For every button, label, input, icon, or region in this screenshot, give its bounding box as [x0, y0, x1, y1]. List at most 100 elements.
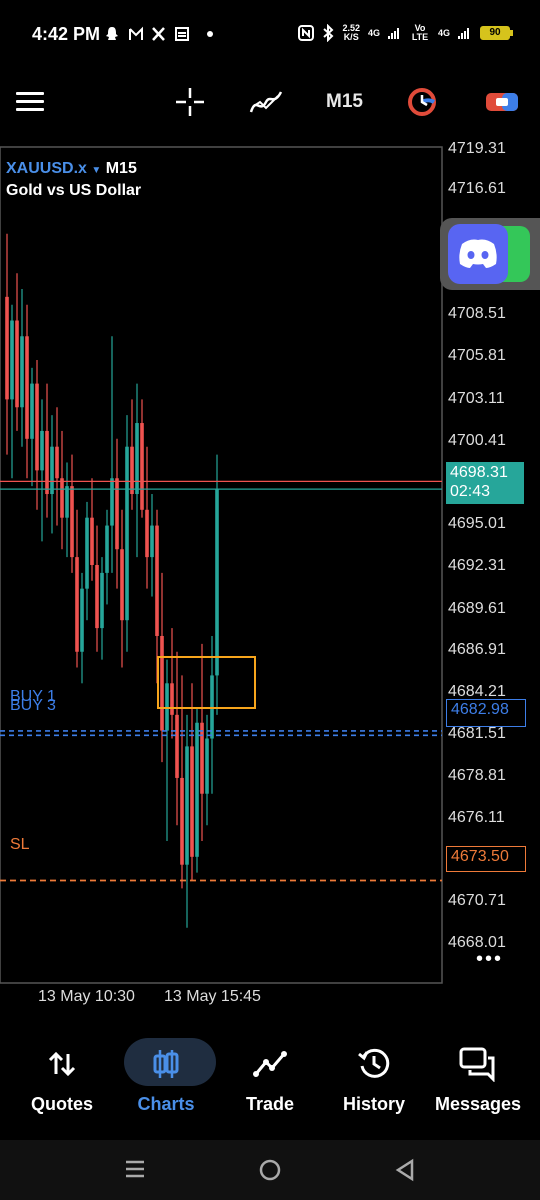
candle-body	[110, 478, 114, 526]
symbol-timeframe: M15	[105, 160, 137, 177]
volte-label: Vo LTE	[411, 23, 429, 42]
toggle-icon[interactable]	[484, 86, 520, 118]
candle-body	[50, 446, 54, 495]
network-speed: 2.52 K/S	[342, 23, 360, 42]
candle-body	[25, 336, 29, 439]
notification-icons	[106, 24, 226, 49]
more-options-icon[interactable]: •••	[476, 948, 503, 971]
candle-body	[200, 722, 204, 794]
buy-price-tag[interactable]: 4682.98	[446, 699, 526, 727]
candle-body	[165, 683, 169, 731]
candle-body	[60, 478, 64, 518]
candle-body	[185, 746, 189, 865]
floating-bubble[interactable]	[440, 218, 540, 290]
chart-symbol[interactable]: XAUUSD.x ▼ M15	[6, 160, 137, 178]
candle-body	[120, 549, 124, 621]
symbol-description: Gold vs US Dollar	[6, 182, 142, 199]
time-tick: 13 May 15:45	[164, 988, 261, 1005]
buy-3-label: BUY 3	[10, 697, 56, 714]
nav-charts[interactable]: Charts	[112, 1038, 220, 1128]
snapchat-icon	[106, 27, 118, 40]
price-tick: 4705.81	[448, 347, 506, 364]
price-tick: 4695.01	[448, 515, 506, 532]
candle-body	[150, 525, 154, 558]
candle-body	[190, 746, 194, 857]
timeframe-button[interactable]: M15	[326, 91, 363, 113]
price-tick: 4716.61	[448, 180, 506, 197]
candle-body	[195, 722, 199, 857]
network-1: 4G	[367, 27, 380, 38]
sl-label: SL	[10, 836, 30, 853]
candle-body	[175, 714, 179, 778]
nav-trade[interactable]: Trade	[216, 1038, 324, 1128]
candle-body	[65, 486, 69, 518]
candle-body	[20, 336, 24, 408]
candle-body	[135, 423, 139, 495]
candle-body	[210, 675, 214, 739]
candle-body	[100, 572, 104, 629]
candle-body	[155, 525, 159, 636]
candle-body	[140, 423, 144, 510]
bottom-nav: Quotes Charts Trade History Messages	[0, 1030, 540, 1130]
candle-body	[180, 777, 184, 865]
history-icon	[320, 1046, 428, 1082]
calendar-icon	[175, 27, 189, 41]
price-tick: 4678.81	[448, 767, 506, 784]
recent-apps-icon[interactable]	[124, 1158, 146, 1185]
bar-countdown: 02:43	[450, 483, 491, 500]
candle-body	[85, 517, 89, 589]
price-tick: 4703.11	[448, 390, 505, 407]
price-tick: 4676.11	[448, 809, 505, 826]
candle-body	[95, 565, 99, 629]
candle-body	[40, 430, 44, 471]
candle-body	[5, 296, 9, 400]
price-tick: 4692.31	[448, 557, 506, 574]
price-tick: 4670.71	[448, 892, 506, 909]
trade-icon	[216, 1046, 324, 1082]
nav-quotes[interactable]: Quotes	[8, 1038, 116, 1128]
candle-body	[125, 446, 129, 621]
chart-frame	[0, 146, 443, 984]
current-price: 4698.31	[450, 464, 508, 481]
symbol-name: XAUUSD.x	[6, 160, 87, 177]
signal-icon	[387, 28, 399, 39]
crosshair-icon[interactable]	[172, 86, 208, 118]
gmail-icon	[129, 26, 143, 40]
candle-body	[90, 517, 94, 565]
status-time: 4:42 PM	[32, 24, 101, 44]
quotes-icon	[8, 1046, 116, 1082]
home-icon[interactable]	[258, 1158, 282, 1187]
candle-body	[35, 383, 39, 471]
system-nav	[0, 1140, 540, 1200]
signal-icon	[458, 28, 469, 39]
price-tick: 4689.61	[448, 600, 506, 617]
price-tick: 4708.51	[448, 305, 506, 322]
nav-history[interactable]: History	[320, 1038, 428, 1128]
indicators-icon[interactable]	[248, 86, 284, 118]
candle-body	[205, 738, 209, 794]
bluetooth-icon	[323, 24, 334, 42]
status-right: 2.52 K/S 4G Vo LTE 4G 90	[298, 23, 513, 42]
messages-icon	[424, 1046, 532, 1082]
candle-body	[75, 557, 79, 652]
chart-toolbar: M15	[0, 72, 540, 132]
candle-body	[45, 430, 49, 495]
candle-body	[105, 525, 109, 573]
nav-messages[interactable]: Messages	[424, 1038, 532, 1128]
price-tick: 4681.51	[448, 725, 506, 742]
candle-body	[70, 486, 74, 558]
candle-body	[160, 635, 164, 731]
menu-icon[interactable]	[16, 92, 44, 112]
x-icon	[152, 27, 165, 41]
caret-down-icon[interactable]: ▼	[91, 165, 101, 176]
sl-price-tag[interactable]: 4673.50	[446, 846, 526, 872]
nav-label: Messages	[434, 1094, 522, 1114]
candle-body	[30, 383, 34, 439]
discord-icon[interactable]	[448, 224, 508, 284]
clock-icon[interactable]	[404, 86, 440, 118]
candle-body	[10, 320, 14, 400]
back-icon[interactable]	[394, 1158, 416, 1187]
candle-body	[80, 588, 84, 652]
dot-icon	[207, 31, 213, 37]
candle-body	[55, 446, 59, 479]
